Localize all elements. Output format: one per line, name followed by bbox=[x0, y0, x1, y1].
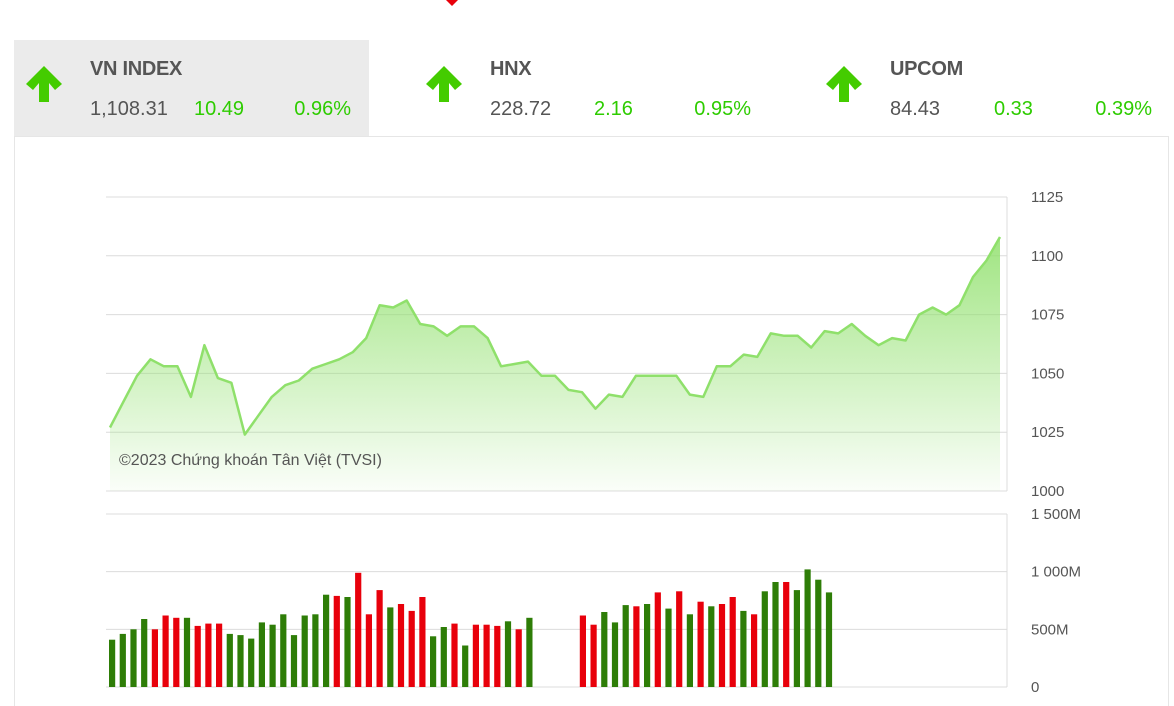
index-percent: 0.96% bbox=[294, 98, 351, 120]
copyright-text: ©2023 Chứng khoán Tân Việt (TVSI) bbox=[119, 452, 382, 469]
volume-bar bbox=[205, 623, 212, 687]
price-tick-label: 1075 bbox=[1031, 307, 1064, 324]
index-price: 1,108.31 bbox=[90, 98, 168, 120]
price-tick-label: 1100 bbox=[1031, 248, 1063, 265]
volume-bar bbox=[697, 601, 704, 687]
volume-bar bbox=[708, 606, 715, 687]
arrow-up-icon bbox=[26, 66, 62, 102]
volume-bar bbox=[141, 619, 148, 687]
volume-bar bbox=[515, 629, 522, 687]
volume-bar bbox=[194, 625, 201, 687]
volume-bar bbox=[633, 606, 640, 687]
volume-bar bbox=[718, 604, 726, 687]
volume-bar bbox=[590, 624, 597, 687]
index-name: UPCOM bbox=[890, 58, 963, 80]
volume-bar bbox=[173, 617, 180, 687]
volume-bar bbox=[611, 622, 619, 687]
volume-bar bbox=[355, 572, 362, 687]
volume-bar bbox=[430, 636, 437, 687]
volume-bar bbox=[451, 623, 458, 687]
volume-bar bbox=[162, 615, 169, 687]
chart-panel: 1125 1100 1075 1050 1025 1000 ©2023 Chứng kho… bbox=[14, 136, 1169, 706]
volume-bar bbox=[248, 638, 255, 687]
volume-bar bbox=[376, 590, 383, 687]
volume-bar bbox=[665, 608, 672, 687]
price-tick-label: 1000 bbox=[1031, 483, 1064, 500]
index-price: 228.72 bbox=[490, 98, 552, 120]
volume-bar bbox=[740, 610, 747, 687]
index-percent: 0.39% bbox=[1095, 98, 1152, 120]
index-chart: 1125 1100 1075 1050 1025 1000 ©2023 Chứng kho… bbox=[106, 189, 1081, 696]
volume-bar bbox=[579, 615, 586, 687]
volume-tick-label: 1 500M bbox=[1031, 506, 1081, 523]
volume-bar bbox=[804, 569, 811, 687]
volume-bar bbox=[333, 595, 340, 687]
index-price: 84.43 bbox=[890, 98, 941, 120]
volume-tick-label: 1 000M bbox=[1031, 564, 1081, 581]
index-change: 10.49 bbox=[194, 98, 245, 120]
volume-bar bbox=[183, 617, 191, 687]
volume-bar bbox=[440, 627, 447, 687]
volume-bar bbox=[729, 597, 736, 687]
volume-bar bbox=[130, 629, 137, 687]
volume-bar bbox=[504, 621, 512, 687]
volume-bar bbox=[269, 624, 276, 687]
volume-bar bbox=[323, 594, 330, 687]
volume-bar bbox=[344, 597, 351, 687]
price-axis-ticks: 1125 1100 1075 1050 1025 1000 bbox=[1031, 189, 1064, 500]
volume-bar bbox=[119, 633, 126, 687]
volume-bar bbox=[419, 597, 426, 687]
volume-bar bbox=[312, 614, 319, 687]
volume-bar bbox=[237, 635, 244, 687]
volume-bar bbox=[216, 623, 223, 687]
volume-bar bbox=[397, 604, 405, 687]
volume-bar bbox=[761, 591, 768, 687]
volume-bar bbox=[387, 607, 394, 687]
volume-bar bbox=[494, 625, 501, 687]
index-name: VN INDEX bbox=[90, 58, 183, 80]
volume-bar bbox=[601, 612, 608, 687]
volume-bar bbox=[280, 614, 287, 687]
volume-bar bbox=[676, 591, 683, 687]
index-tile-upcom[interactable]: UPCOM 84.43 0.33 0.39% bbox=[814, 40, 1170, 136]
volume-bars bbox=[109, 569, 833, 687]
index-summary-bar: VN INDEX 1,108.31 10.49 0.96% HNX 228.72… bbox=[14, 40, 1170, 136]
volume-tick-label: 0 bbox=[1031, 679, 1039, 696]
volume-bar bbox=[462, 645, 469, 687]
index-change: 0.33 bbox=[994, 98, 1033, 120]
volume-bar bbox=[644, 604, 651, 687]
volume-axis-ticks: 1 500M 1 000M 500M 0 bbox=[1031, 506, 1081, 696]
volume-bar bbox=[783, 582, 790, 687]
volume-bar bbox=[793, 590, 800, 687]
volume-bar bbox=[290, 635, 298, 687]
volume-bar bbox=[751, 614, 758, 687]
volume-bar bbox=[622, 605, 629, 687]
volume-bar bbox=[258, 622, 265, 687]
volume-bar bbox=[815, 579, 822, 687]
index-change: 2.16 bbox=[594, 98, 633, 120]
arrow-up-icon bbox=[826, 66, 862, 102]
arrow-up-icon bbox=[426, 66, 462, 102]
price-tick-label: 1025 bbox=[1031, 424, 1064, 441]
volume-bar bbox=[365, 614, 372, 687]
volume-bar bbox=[226, 633, 233, 687]
volume-bar bbox=[526, 617, 533, 687]
volume-bar bbox=[408, 610, 415, 687]
price-tick-label: 1050 bbox=[1031, 365, 1064, 382]
volume-bar bbox=[472, 624, 479, 687]
volume-bar bbox=[686, 614, 693, 687]
volume-tick-label: 500M bbox=[1031, 621, 1069, 638]
volume-bar bbox=[109, 639, 116, 687]
volume-bar bbox=[301, 615, 308, 687]
price-tick-label: 1125 bbox=[1031, 189, 1063, 206]
index-percent: 0.95% bbox=[694, 98, 751, 120]
volume-bar bbox=[151, 629, 158, 687]
index-name: HNX bbox=[490, 58, 532, 80]
volume-bar bbox=[772, 582, 779, 687]
volume-bar bbox=[825, 592, 833, 687]
index-tile-vnindex[interactable]: VN INDEX 1,108.31 10.49 0.96% bbox=[14, 40, 369, 136]
index-tile-hnx[interactable]: HNX 228.72 2.16 0.95% bbox=[414, 40, 769, 136]
volume-bar bbox=[483, 624, 490, 687]
volume-bar bbox=[654, 592, 661, 687]
